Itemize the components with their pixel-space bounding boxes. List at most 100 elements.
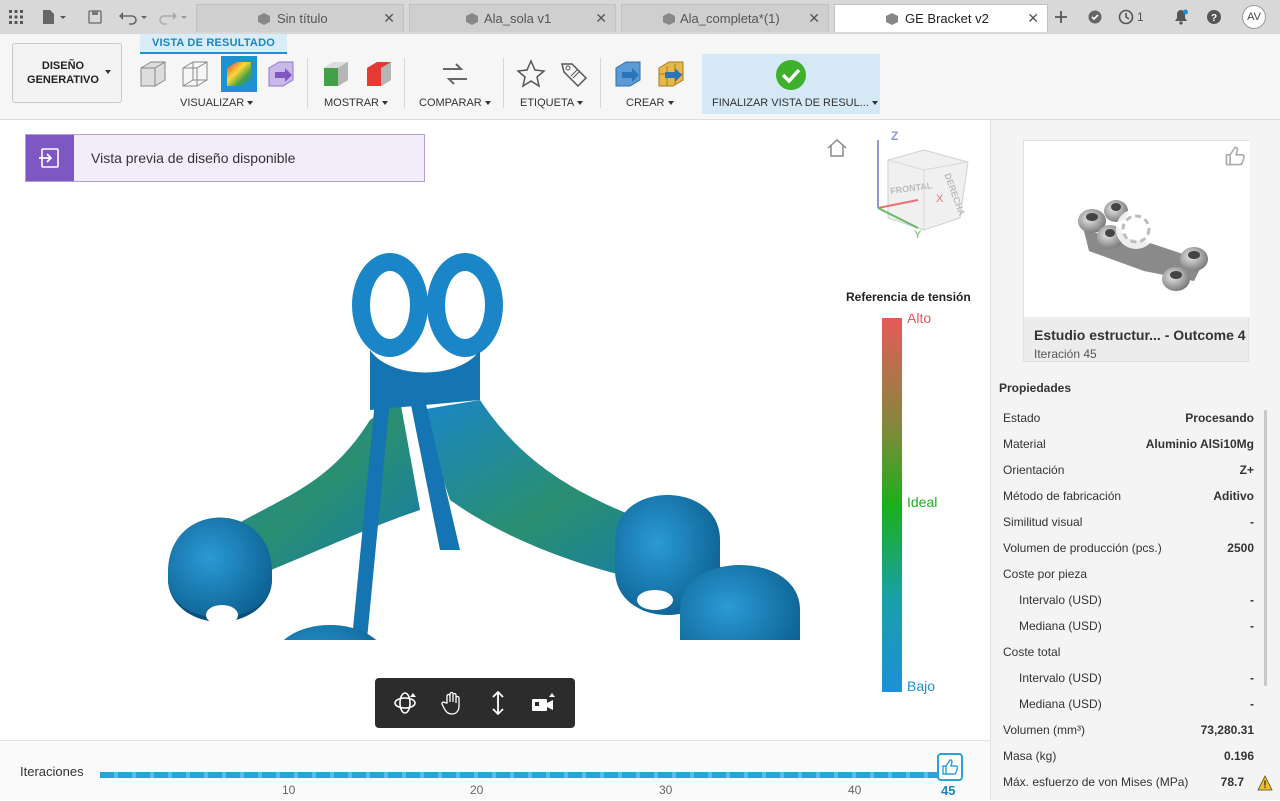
tab-ge-bracket[interactable]: GE Bracket v2 ✕: [834, 4, 1048, 32]
property-key: Volumen (mm³): [1003, 723, 1086, 737]
legend-ideal: Ideal: [907, 494, 938, 510]
property-row: Estado Procesando: [999, 411, 1254, 437]
iteration-tick: 40: [848, 783, 862, 797]
close-icon[interactable]: ✕: [383, 10, 395, 27]
tab-label: GE Bracket v2: [905, 11, 989, 26]
create-design-button[interactable]: [610, 56, 646, 92]
viewport[interactable]: Vista previa de diseño disponible FRONTA…: [0, 120, 990, 740]
show-label: MOSTRAR: [324, 97, 379, 109]
create-mesh-button[interactable]: [653, 56, 689, 92]
warning-icon[interactable]: [1257, 775, 1273, 791]
finish-result-view[interactable]: FINALIZAR VISTA DE RESUL...: [702, 54, 880, 114]
show-preserve-button[interactable]: [318, 56, 354, 92]
preview-banner-text: Vista previa de diseño disponible: [91, 150, 296, 166]
extensions-icon[interactable]: [1084, 6, 1106, 28]
save-icon[interactable]: [84, 6, 106, 28]
panel-scrollbar[interactable]: [1264, 410, 1267, 686]
tag-icon: [561, 63, 588, 88]
solid-view-button[interactable]: [135, 56, 171, 92]
iteration-tick: 10: [282, 783, 296, 797]
iteration-handle[interactable]: [937, 753, 963, 781]
job-status-icon[interactable]: 1: [1118, 6, 1150, 28]
favorite-button[interactable]: [513, 56, 549, 92]
property-key: Material: [1003, 437, 1046, 451]
close-icon[interactable]: ✕: [808, 10, 820, 27]
visualize-label: VISUALIZAR: [180, 97, 245, 109]
tab-ala-sola[interactable]: Ala_sola v1 ✕: [409, 4, 616, 32]
hand-icon: [441, 691, 460, 715]
property-key: Coste por pieza: [1003, 567, 1088, 581]
star-icon: [516, 59, 546, 88]
wireframe-cube-icon: [182, 61, 208, 87]
user-avatar[interactable]: AV: [1242, 5, 1266, 29]
properties-title: Propiedades: [999, 381, 1072, 395]
finish-label: FINALIZAR VISTA DE RESUL...: [712, 97, 869, 109]
preview-banner[interactable]: Vista previa de diseño disponible: [25, 134, 425, 182]
property-value: -: [1250, 515, 1254, 529]
bracket-model[interactable]: [160, 250, 810, 640]
create-menu[interactable]: CREAR: [626, 97, 674, 109]
bracket-thumbnail-image: [1078, 200, 1208, 291]
property-row: Volumen (mm³) 73,280.31: [999, 723, 1254, 749]
navigation-bar: [375, 678, 575, 728]
component-icon: [886, 13, 898, 25]
iterations-slider[interactable]: [100, 772, 950, 778]
close-icon[interactable]: ✕: [595, 10, 607, 27]
stress-view-button[interactable]: [221, 56, 257, 92]
workspace-switcher[interactable]: DISEÑO GENERATIVO: [12, 43, 122, 103]
export-design-icon: [615, 61, 641, 87]
outcome-card[interactable]: Estudio estructur... - Outcome 4 Iteraci…: [1023, 140, 1250, 362]
tab-ala-completa[interactable]: Ala_completa*(1) ✕: [621, 4, 829, 32]
stress-legend-bar: [882, 318, 902, 692]
orbit-button[interactable]: [389, 686, 423, 720]
property-value: 78.7: [1220, 775, 1244, 789]
current-iteration: 45: [941, 783, 956, 798]
property-row: Orientación Z+: [999, 463, 1254, 489]
property-key: Volumen de producción (pcs.): [1003, 541, 1162, 555]
wireframe-view-button[interactable]: [177, 56, 213, 92]
tag-button[interactable]: [556, 56, 592, 92]
zoom-button[interactable]: [481, 686, 515, 720]
svg-text:?: ?: [1211, 13, 1217, 24]
component-icon: [466, 13, 478, 25]
red-box-icon: [367, 62, 391, 86]
viewcube[interactable]: FRONTAL DERECHA Z Y X: [870, 126, 980, 242]
compare-menu[interactable]: COMPARAR: [419, 97, 491, 109]
property-row: Masa (kg) 0.196: [999, 749, 1254, 775]
property-key: Mediana (USD): [1019, 619, 1102, 633]
file-menu-icon[interactable]: [38, 6, 70, 28]
camera-button[interactable]: [527, 686, 561, 720]
pan-button[interactable]: [435, 686, 469, 720]
tag-menu[interactable]: ETIQUETA: [520, 97, 584, 109]
show-obstacle-button[interactable]: [361, 56, 397, 92]
property-row: Máx. esfuerzo de von Mises (MPa) 78.7: [999, 775, 1254, 801]
finish-menu[interactable]: FINALIZAR VISTA DE RESUL...: [712, 97, 878, 109]
property-value: Z+: [1239, 463, 1254, 477]
tab-label: Ala_sola v1: [484, 11, 552, 26]
property-row: Intervalo (USD) -: [999, 593, 1254, 619]
chevron-down-icon: [105, 70, 111, 74]
camera-icon: [532, 693, 555, 711]
property-row: Mediana (USD) -: [999, 619, 1254, 645]
show-menu[interactable]: MOSTRAR: [324, 97, 388, 109]
new-tab-icon[interactable]: [1050, 6, 1072, 28]
app-grid-icon[interactable]: [5, 6, 27, 28]
home-icon[interactable]: [826, 138, 848, 158]
property-key: Mediana (USD): [1019, 697, 1102, 711]
property-value: -: [1250, 593, 1254, 607]
close-icon[interactable]: ✕: [1027, 10, 1039, 27]
notifications-icon[interactable]: [1170, 6, 1192, 28]
thumbs-up-icon[interactable]: [1224, 145, 1246, 167]
x-axis-label: X: [936, 193, 944, 205]
tab-result-view[interactable]: VISTA DE RESULTADO: [140, 34, 287, 54]
undo-icon[interactable]: [116, 6, 150, 28]
export-view-button[interactable]: [263, 56, 299, 92]
compare-button[interactable]: [437, 56, 473, 92]
property-key: Orientación: [1003, 463, 1065, 477]
property-value: 2500: [1227, 541, 1254, 555]
help-icon[interactable]: ?: [1203, 6, 1225, 28]
tab-sin-titulo[interactable]: Sin título ✕: [196, 4, 404, 32]
redo-icon[interactable]: [156, 6, 190, 28]
visualize-menu[interactable]: VISUALIZAR: [180, 97, 254, 109]
tab-bar: Sin título ✕ Ala_sola v1 ✕ Ala_completa*…: [0, 0, 1280, 34]
